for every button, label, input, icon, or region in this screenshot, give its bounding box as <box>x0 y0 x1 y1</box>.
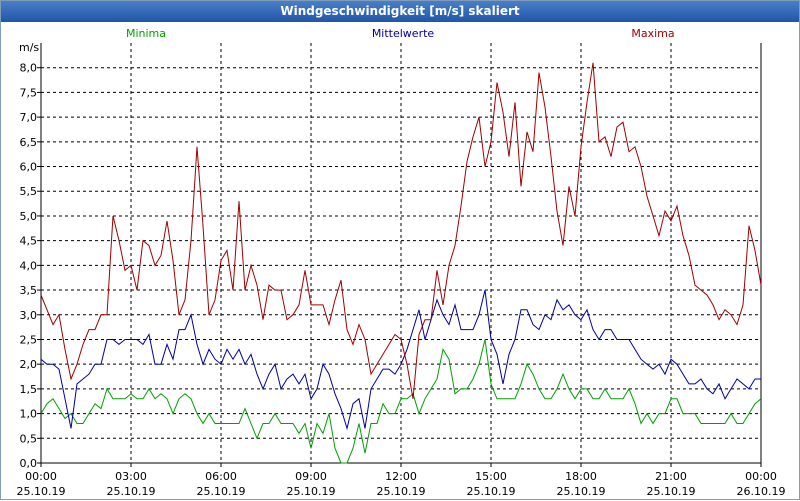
y-tick-label: 2,0 <box>20 358 38 371</box>
legend-mittelwerte: Mittelwerte <box>372 27 435 40</box>
x-tick-date: 25.10.19 <box>377 485 426 498</box>
x-tick-time: 15:00 <box>475 470 507 483</box>
y-tick-label: 4,0 <box>20 259 38 272</box>
chart-window: Windgeschwindigkeit [m/s] skaliert 0,0 0,… <box>0 0 800 500</box>
series-line-mittelwerte <box>40 289 761 431</box>
x-tick-date: 26.10.19 <box>737 485 786 498</box>
y-axis-ticks: 0,0 0,5 1,0 1,5 2,0 2,5 3,0 3,5 4,0 4,5 5,0 5,5 6,0 6… <box>20 62 41 470</box>
legend-minima: Minima <box>126 27 166 40</box>
x-tick-time: 06:00 <box>205 470 237 483</box>
y-tick-label: 8,0 <box>20 62 38 75</box>
series-line-minima <box>40 339 762 464</box>
x-tick-time: 21:00 <box>655 470 687 483</box>
x-tick-date: 25.10.19 <box>287 485 336 498</box>
x-tick-date: 25.10.19 <box>17 485 66 498</box>
x-tick-time: 12:00 <box>385 470 417 483</box>
y-tick-label: 6,5 <box>20 136 38 149</box>
legend-maxima: Maxima <box>631 27 674 40</box>
x-tick-time: 00:00 <box>745 470 777 483</box>
x-tick-time: 09:00 <box>295 470 327 483</box>
x-tick-time: 00:00 <box>25 470 57 483</box>
x-tick-date: 25.10.19 <box>197 485 246 498</box>
y-tick-label: 3,0 <box>20 309 38 322</box>
y-tick-label: 4,5 <box>20 235 38 248</box>
y-tick-label: 7,0 <box>20 111 38 124</box>
x-tick-date: 25.10.19 <box>557 485 606 498</box>
x-axis-ticks: 00:00 25.10.19 03:00 25.10.19 06:00 25.10.19 0… <box>17 463 786 498</box>
y-tick-label: 3,5 <box>20 284 38 297</box>
y-tick-label: 5,5 <box>20 185 38 198</box>
y-tick-label: 0,5 <box>20 432 38 445</box>
y-tick-label: 1,0 <box>20 408 38 421</box>
x-tick-date: 25.10.19 <box>647 485 696 498</box>
y-tick-label: 6,0 <box>20 161 38 174</box>
y-tick-label: 7,5 <box>20 86 38 99</box>
x-tick-date: 25.10.19 <box>107 485 156 498</box>
y-tick-label: 5,0 <box>20 210 38 223</box>
x-tick-time: 18:00 <box>565 470 597 483</box>
x-tick-time: 03:00 <box>115 470 147 483</box>
x-tick-date: 25.10.19 <box>467 485 516 498</box>
y-axis-label: m/s <box>19 41 39 54</box>
y-tick-label: 0,0 <box>20 457 38 470</box>
y-tick-label: 1,5 <box>20 383 38 396</box>
y-tick-label: 2,5 <box>20 333 38 346</box>
chart-canvas: 0,0 0,5 1,0 1,5 2,0 2,5 3,0 3,5 4,0 4,5 5,0 5,5 6,0 6… <box>17 27 786 498</box>
